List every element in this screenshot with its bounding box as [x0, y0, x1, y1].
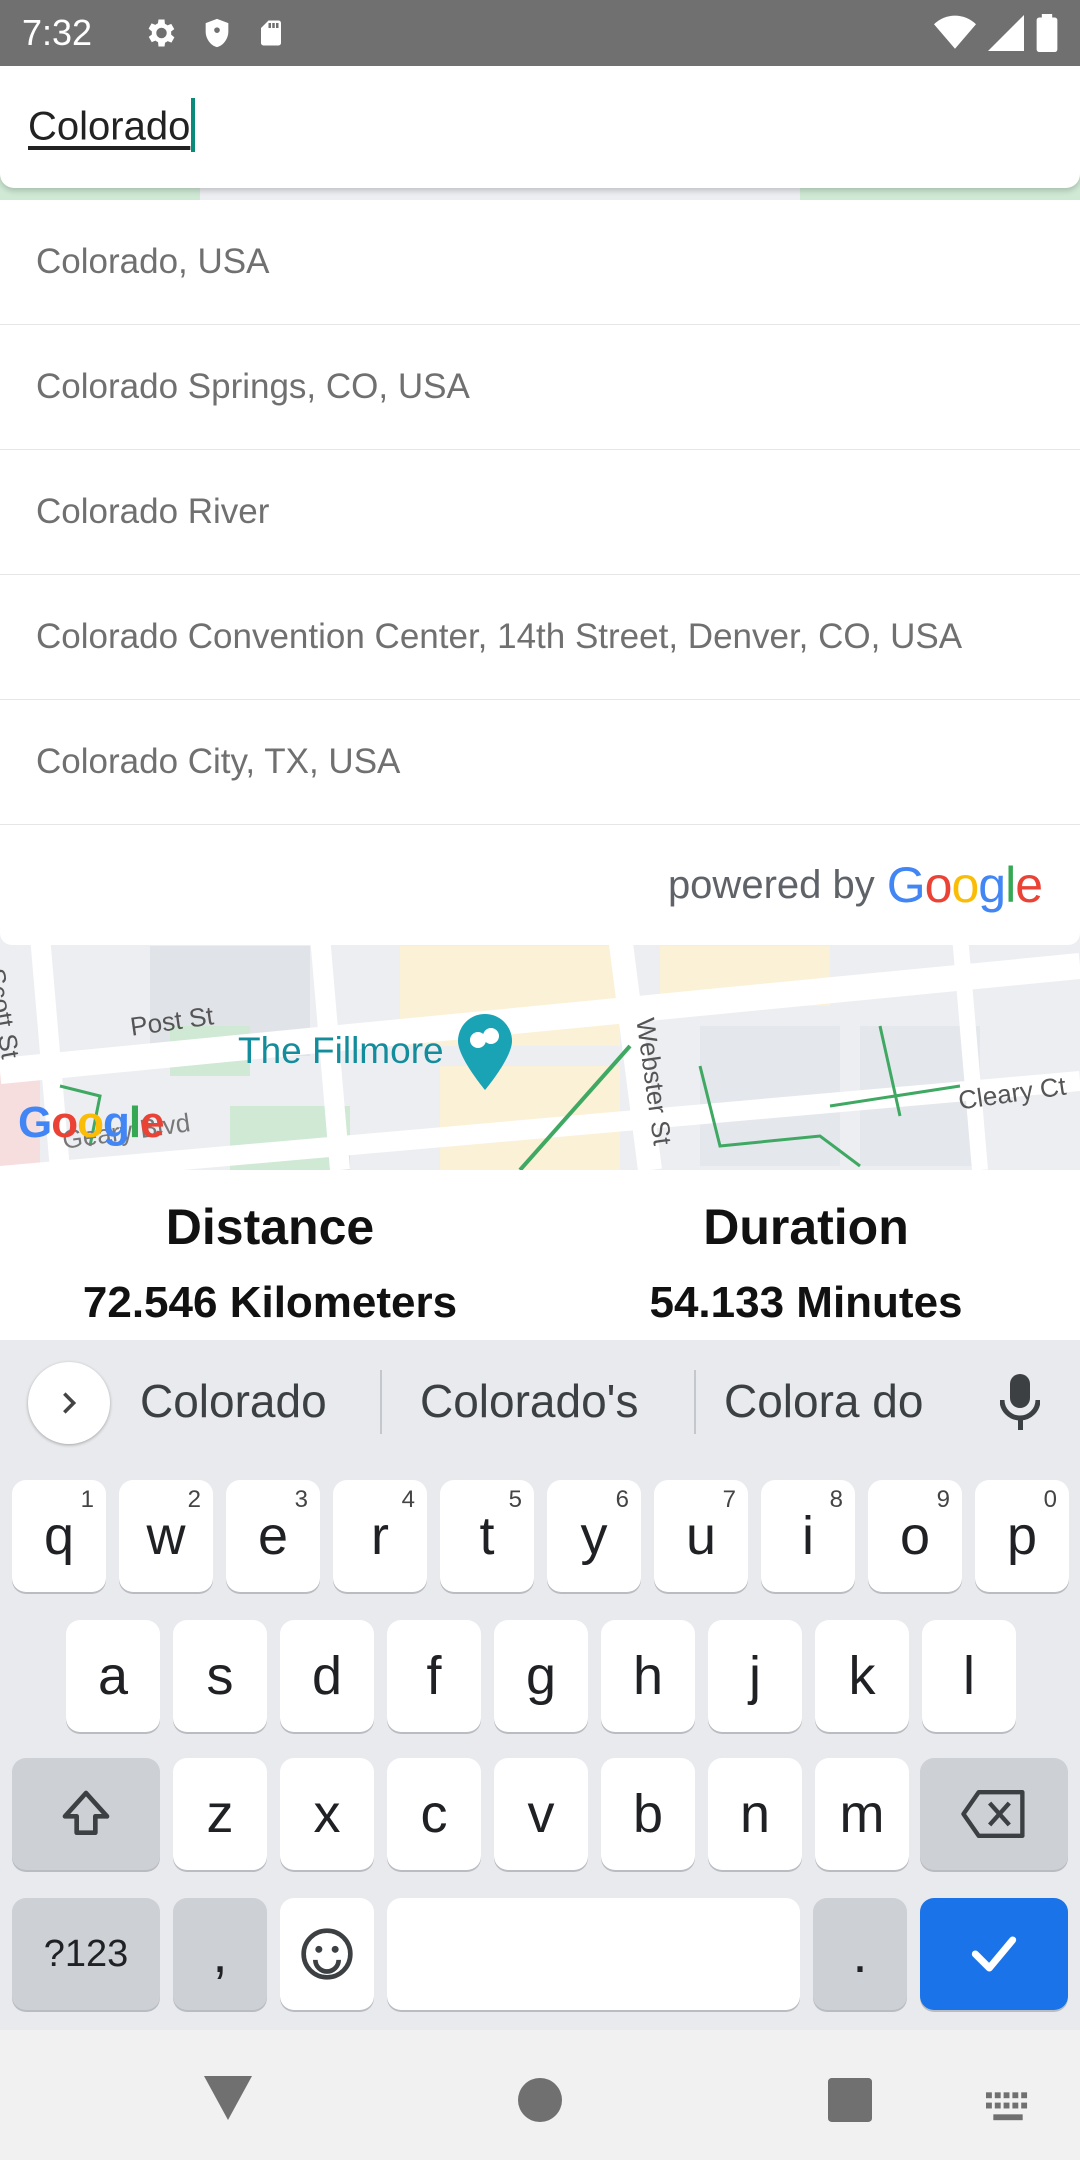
- navigation-bar: [0, 2030, 1080, 2160]
- key-p[interactable]: p0: [975, 1480, 1069, 1592]
- backspace-icon: [961, 1790, 1025, 1838]
- key-l[interactable]: l: [922, 1620, 1016, 1732]
- poi-fillmore[interactable]: The Fillmore: [238, 1030, 444, 1072]
- suggestion-item[interactable]: Colorado Springs, CO, USA: [0, 325, 1080, 450]
- key-x[interactable]: x: [280, 1758, 374, 1870]
- back-icon[interactable]: [204, 2076, 252, 2120]
- shift-icon: [62, 1790, 110, 1835]
- wifi-icon: [934, 15, 976, 49]
- key-v[interactable]: v: [494, 1758, 588, 1870]
- sd-card-icon: [261, 20, 281, 46]
- signal-icon: [988, 15, 1024, 51]
- suggestion-item[interactable]: Colorado, USA: [0, 200, 1080, 325]
- key-g[interactable]: g: [494, 1620, 588, 1732]
- key-s[interactable]: s: [173, 1620, 267, 1732]
- suggestion-strip: Colorado Colorado's Colora do: [0, 1340, 1080, 1458]
- expand-toolbar-button[interactable]: [28, 1362, 110, 1444]
- suggestion-divider: [694, 1370, 696, 1434]
- key-k[interactable]: k: [815, 1620, 909, 1732]
- key-c[interactable]: c: [387, 1758, 481, 1870]
- suggestion-divider: [380, 1370, 382, 1434]
- home-icon[interactable]: [518, 2078, 562, 2122]
- google-wordmark: Google: [886, 857, 1043, 913]
- keyboard-suggestion[interactable]: Colora do: [724, 1374, 923, 1428]
- key-n[interactable]: n: [708, 1758, 802, 1870]
- space-key[interactable]: [387, 1898, 800, 2010]
- distance-value: 72.546 Kilometers: [82, 1278, 458, 1327]
- period-key[interactable]: .: [813, 1898, 907, 2010]
- key-a[interactable]: a: [66, 1620, 160, 1732]
- duration-label: Duration: [703, 1199, 909, 1255]
- symbols-key[interactable]: ?123: [12, 1898, 160, 2010]
- key-u[interactable]: u7: [654, 1480, 748, 1592]
- key-j[interactable]: j: [708, 1620, 802, 1732]
- key-m[interactable]: m: [815, 1758, 909, 1870]
- keyboard-suggestion[interactable]: Colorado's: [420, 1374, 638, 1428]
- duration-value: 54.133 Minutes: [649, 1278, 963, 1327]
- key-z[interactable]: z: [173, 1758, 267, 1870]
- search-box[interactable]: Colorado: [0, 66, 1080, 188]
- suggestion-list: Colorado, USA Colorado Springs, CO, USA …: [0, 200, 1080, 945]
- key-h[interactable]: h: [601, 1620, 695, 1732]
- key-d[interactable]: d: [280, 1620, 374, 1732]
- poi-label: The Fillmore: [238, 1030, 444, 1071]
- suggestion-item[interactable]: Colorado Convention Center, 14th Street,…: [0, 575, 1080, 700]
- battery-icon: [1036, 14, 1058, 52]
- key-o[interactable]: o9: [868, 1480, 962, 1592]
- checkmark-icon: [971, 1936, 1017, 1972]
- google-logo: Google: [18, 1098, 165, 1147]
- keyboard: Colorado Colorado's Colora do q1 w2 e3 r…: [0, 1340, 1080, 2030]
- poi-marker-icon[interactable]: [456, 1012, 514, 1092]
- powered-by-text: powered by: [667, 862, 875, 907]
- recents-icon[interactable]: [828, 2078, 872, 2122]
- key-t[interactable]: t5: [440, 1480, 534, 1592]
- key-q[interactable]: q1: [12, 1480, 106, 1592]
- key-e[interactable]: e3: [226, 1480, 320, 1592]
- enter-key[interactable]: [920, 1898, 1068, 2010]
- chevron-right-icon: [63, 1392, 77, 1414]
- emoji-key[interactable]: [280, 1898, 374, 2010]
- suggestion-item[interactable]: Colorado River: [0, 450, 1080, 575]
- key-y[interactable]: y6: [547, 1480, 641, 1592]
- key-f[interactable]: f: [387, 1620, 481, 1732]
- backspace-key[interactable]: [920, 1758, 1068, 1870]
- settings-icon: [148, 19, 175, 47]
- key-w[interactable]: w2: [119, 1480, 213, 1592]
- status-bar: 7:32: [0, 0, 1080, 66]
- distance-panel: Distance 72.546 Kilometers: [0, 1198, 540, 1328]
- key-r[interactable]: r4: [333, 1480, 427, 1592]
- shift-key[interactable]: [12, 1758, 160, 1870]
- comma-key[interactable]: ,: [173, 1898, 267, 2010]
- keyboard-switch-icon[interactable]: [986, 2092, 1030, 2122]
- key-b[interactable]: b: [601, 1758, 695, 1870]
- microphone-icon[interactable]: [1000, 1374, 1040, 1430]
- powered-by-google: powered by Google: [0, 825, 1080, 945]
- status-time: 7:32: [22, 12, 93, 53]
- search-input-text: Colorado: [28, 104, 191, 149]
- route-info: Distance 72.546 Kilometers Duration 54.1…: [0, 1170, 1080, 1340]
- duration-panel: Duration 54.133 Minutes: [536, 1198, 1076, 1328]
- distance-label: Distance: [165, 1199, 375, 1255]
- suggestion-item[interactable]: Colorado City, TX, USA: [0, 700, 1080, 825]
- keyboard-suggestion[interactable]: Colorado: [140, 1374, 327, 1428]
- search-input[interactable]: Colorado: [28, 98, 196, 156]
- shield-icon: [205, 18, 229, 48]
- emoji-icon: [301, 1928, 353, 1980]
- key-i[interactable]: i8: [761, 1480, 855, 1592]
- text-caret: [191, 98, 196, 152]
